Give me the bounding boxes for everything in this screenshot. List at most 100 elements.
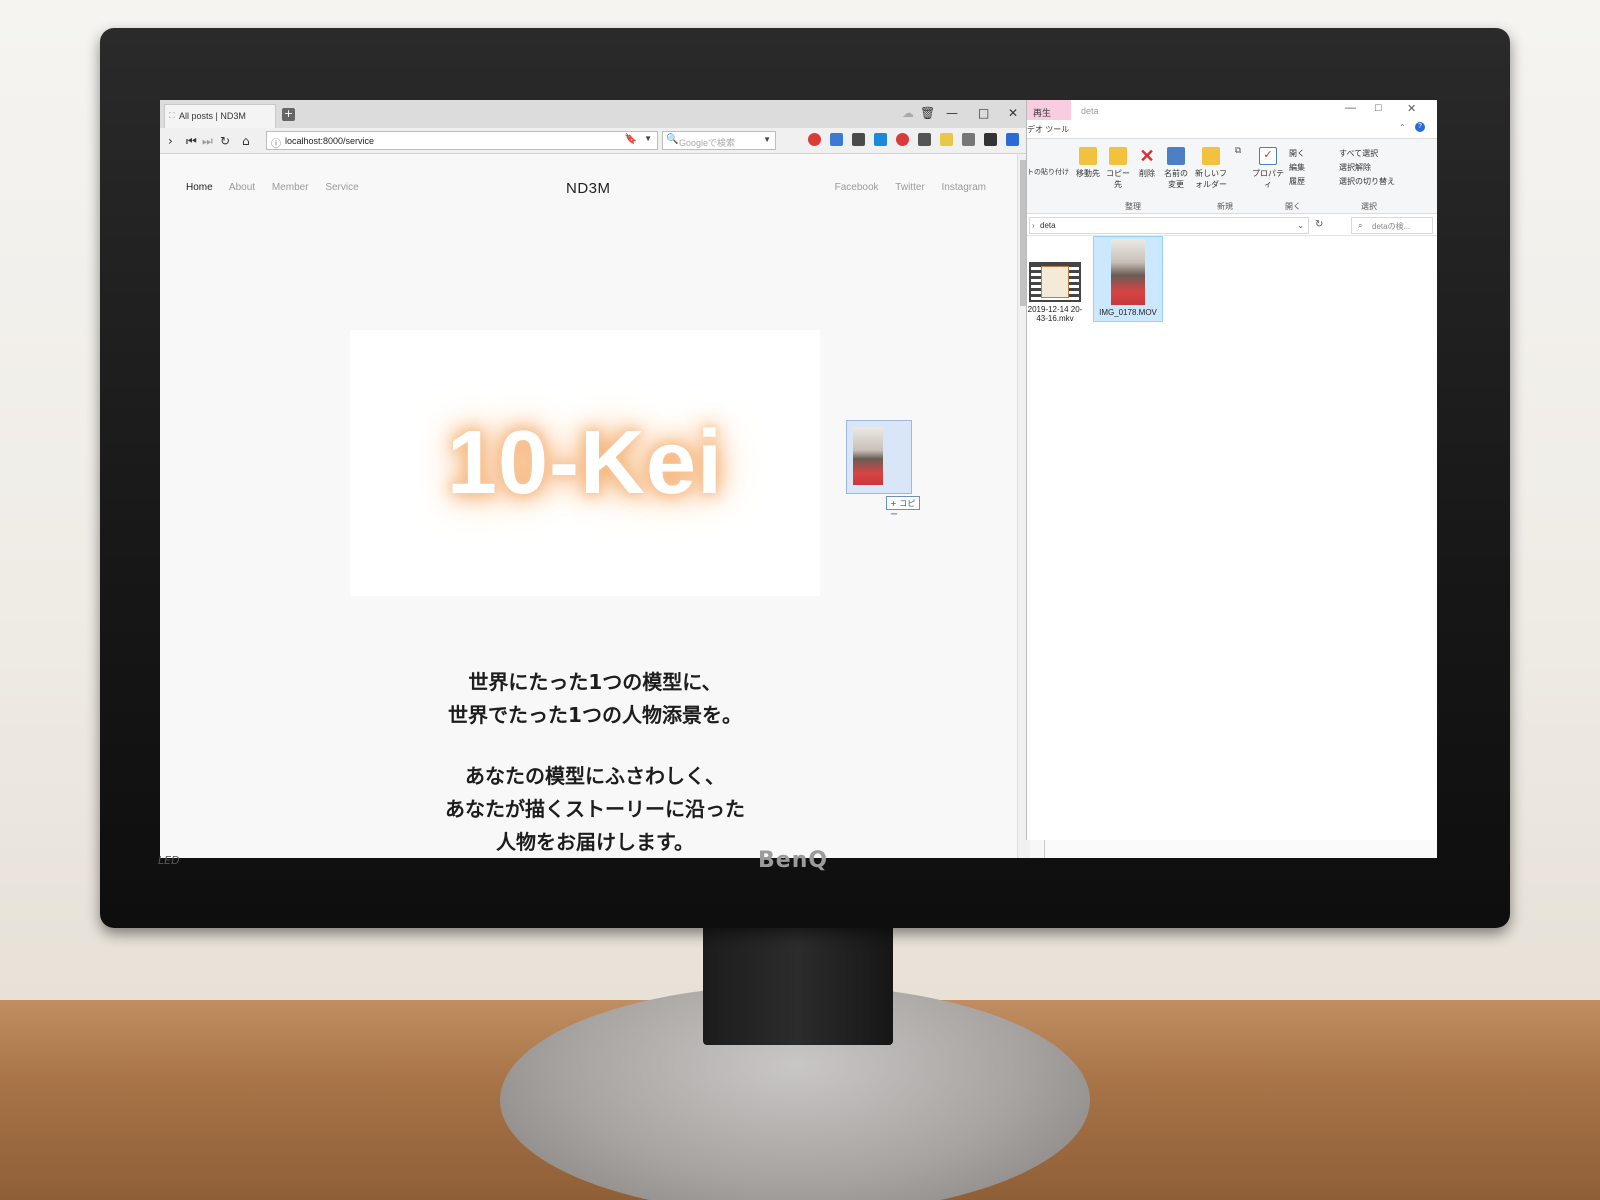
extension-icon[interactable] (940, 133, 953, 146)
last-icon[interactable]: ⏭ (202, 134, 213, 149)
monitor-model-badge: LED (158, 854, 180, 867)
edit-menu-item[interactable]: 編集 (1289, 161, 1305, 175)
new-folder-icon (1202, 147, 1220, 165)
chevron-down-icon[interactable]: ▼ (763, 135, 771, 144)
tagline-line-1: 世界にたった1つの模型に、 (468, 670, 722, 694)
explorer-search-input[interactable]: ⌕ detaの検... (1351, 217, 1433, 234)
instagram-link[interactable]: Instagram (942, 182, 986, 193)
home-icon[interactable]: ⌂ (242, 134, 250, 148)
file-name: IMG_0178.MOV (1099, 308, 1157, 317)
site-nav: Home About Member Service (186, 182, 373, 193)
play-context-tab[interactable]: 再生 (1027, 100, 1071, 120)
browser-tabbar: ⛶ All posts | ND3M + ☁ 🗑 — □ ✕ (160, 100, 1044, 128)
drag-copy-tooltip: + コピー (886, 496, 920, 519)
drag-preview-thumbnail (846, 420, 912, 494)
monitor-bezel: ⛶ All posts | ND3M + ☁ 🗑 — □ ✕ › ⏮ ⏭ ↻ ⌂… (100, 28, 1510, 928)
maximize-button[interactable]: □ (978, 106, 989, 120)
bookmark-icon[interactable]: 🔖 (625, 134, 637, 145)
site-logo[interactable]: ND3M (566, 180, 611, 197)
paste-shortcut-fragment[interactable]: トの貼り付け (1027, 167, 1069, 177)
film-frame-icon (1041, 266, 1069, 298)
invert-selection-item[interactable]: 選択の切り替え (1339, 175, 1395, 189)
refresh-icon[interactable]: ↻ (1315, 219, 1323, 230)
browser-navbar: › ⏮ ⏭ ↻ ⌂ ⓘ localhost:8000/service 🔖 ▼ 🔍… (160, 128, 1044, 154)
rename-button[interactable]: 名前の変更 (1163, 147, 1189, 190)
extension-icon[interactable] (984, 133, 997, 146)
ribbon-tabs: デオ ツール ⌃ ? (1027, 120, 1437, 138)
extension-icon[interactable] (852, 133, 865, 146)
chevron-down-icon[interactable]: ▼ (644, 134, 652, 143)
explorer-search-placeholder: detaの検... (1372, 222, 1411, 231)
search-placeholder: Googleで検索 (679, 138, 736, 148)
search-icon: ⌕ (1358, 221, 1363, 230)
facebook-link[interactable]: Facebook (835, 182, 879, 193)
open-menu-item[interactable]: 開く (1289, 147, 1305, 161)
film-icon (1029, 262, 1081, 302)
extension-icon[interactable] (830, 133, 843, 146)
history-menu-item[interactable]: 履歴 (1289, 175, 1305, 189)
select-none-item[interactable]: 選択解除 (1339, 161, 1395, 175)
trash-icon[interactable]: 🗑 (920, 106, 935, 120)
minimize-button[interactable]: — (946, 106, 958, 120)
properties-check-icon: ✓ (1259, 147, 1277, 165)
extension-icon[interactable] (962, 133, 975, 146)
delete-x-icon: ✕ (1139, 146, 1155, 166)
minimize-button[interactable]: — (1345, 102, 1356, 114)
nav-home[interactable]: Home (186, 182, 213, 193)
twitter-link[interactable]: Twitter (895, 182, 924, 193)
browser-tab[interactable]: ⛶ All posts | ND3M (164, 104, 276, 128)
video-thumbnail-image (853, 427, 883, 485)
monitor-screen: ⛶ All posts | ND3M + ☁ 🗑 — □ ✕ › ⏮ ⏭ ↻ ⌂… (160, 100, 1437, 858)
select-all-item[interactable]: すべて選択 (1339, 147, 1395, 161)
browser-window: ⛶ All posts | ND3M + ☁ 🗑 — □ ✕ › ⏮ ⏭ ↻ ⌂… (160, 100, 1045, 858)
close-button[interactable]: ✕ (1407, 102, 1416, 115)
file-item[interactable]: 2019-12-14 20-43-16.mkv (1027, 262, 1083, 323)
move-to-button[interactable]: 移動先 (1073, 147, 1103, 179)
info-icon[interactable]: ⓘ (271, 135, 281, 150)
tagline-line-2: 世界でたった1つの人物添景を。 (448, 703, 742, 727)
file-explorer-window: 再生 deta — □ ✕ デオ ツール ⌃ ? トの貼り付け 移動先 コピー先… (1026, 100, 1437, 840)
monitor-brand-logo: BenQ (758, 848, 829, 873)
nav-member[interactable]: Member (272, 182, 309, 193)
extension-icon[interactable] (918, 133, 931, 146)
video-tools-tab[interactable]: デオ ツール (1027, 124, 1069, 135)
reload-icon[interactable]: ↻ (220, 134, 230, 148)
group-open-label: 開く (1285, 202, 1301, 211)
first-icon[interactable]: ⏮ (186, 134, 197, 149)
nav-about[interactable]: About (229, 182, 255, 193)
search-input[interactable]: 🔍 Googleで検索 ▼ (662, 131, 776, 150)
delete-button[interactable]: ✕ 削除 (1135, 147, 1159, 179)
help-icon[interactable]: ? (1415, 122, 1425, 132)
hero-title: 10-Kei (446, 412, 724, 513)
url-input[interactable]: ⓘ localhost:8000/service 🔖 ▼ (266, 131, 658, 150)
file-item-selected[interactable]: IMG_0178.MOV (1093, 236, 1163, 322)
chevron-up-icon[interactable]: ⌃ (1399, 123, 1406, 132)
group-new-label: 新規 (1217, 202, 1233, 211)
close-button[interactable]: ✕ (1008, 106, 1018, 120)
maximize-button[interactable]: □ (1375, 102, 1382, 114)
address-bar[interactable]: › deta ⌄ (1029, 217, 1309, 234)
extension-icon[interactable] (874, 133, 887, 146)
url-text: localhost:8000/service (285, 136, 375, 146)
select-group: すべて選択 選択解除 選択の切り替え (1339, 147, 1395, 189)
search-icon: 🔍 (666, 134, 679, 145)
tagline-line-4: あなたの模型にふさわしく、 (465, 764, 725, 788)
chevron-right-icon: › (1032, 221, 1035, 230)
new-folder-button[interactable]: 新しいフォルダー (1195, 147, 1227, 190)
new-item-icon[interactable]: ⧉ (1231, 145, 1245, 156)
extension-icon[interactable] (1006, 133, 1019, 146)
properties-button[interactable]: ✓ プロパティ (1251, 147, 1285, 190)
folder-arrow-icon (1079, 147, 1097, 165)
extension-icon[interactable] (808, 133, 821, 146)
address-path: deta (1040, 221, 1056, 230)
folder-copy-icon (1109, 147, 1127, 165)
new-tab-button[interactable]: + (282, 108, 295, 121)
extension-icon[interactable] (896, 133, 909, 146)
group-select-label: 選択 (1361, 202, 1377, 211)
chevron-down-icon[interactable]: ⌄ (1297, 221, 1304, 230)
nav-service[interactable]: Service (325, 182, 358, 193)
forward-icon[interactable]: › (168, 134, 173, 148)
cloud-icon[interactable]: ☁ (902, 106, 914, 120)
open-group: 開く 編集 履歴 (1289, 147, 1305, 189)
copy-to-button[interactable]: コピー先 (1103, 147, 1133, 190)
